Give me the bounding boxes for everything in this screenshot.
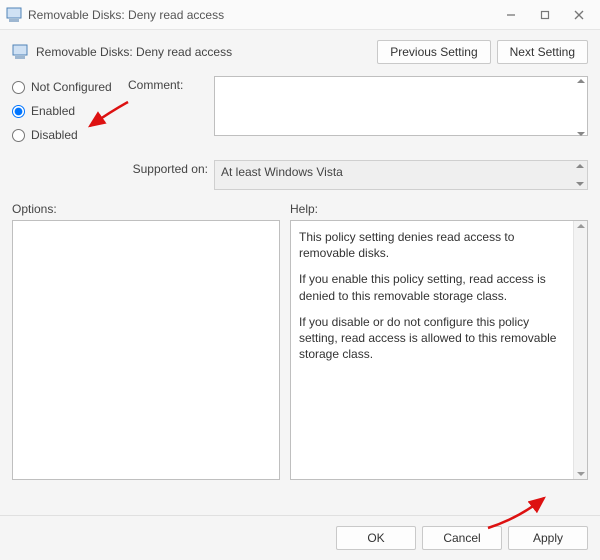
panels: This policy setting denies read access t…: [0, 220, 600, 480]
help-paragraph: If you enable this policy setting, read …: [299, 271, 569, 303]
supported-on-value-box: At least Windows Vista: [214, 160, 588, 190]
nav-buttons: Previous Setting Next Setting: [377, 40, 588, 64]
ok-button[interactable]: OK: [336, 526, 416, 550]
radio-disabled-label: Disabled: [31, 128, 78, 142]
radio-enabled-input[interactable]: [12, 105, 25, 118]
scroll-down-icon[interactable]: [576, 182, 584, 186]
comment-input[interactable]: [214, 76, 588, 136]
state-radios: Not Configured Enabled Disabled: [12, 76, 122, 152]
scroll-up-icon[interactable]: [577, 79, 585, 83]
help-scrollbar[interactable]: [573, 221, 587, 479]
minimize-icon[interactable]: [504, 8, 518, 22]
options-label: Options:: [12, 202, 280, 216]
maximize-icon[interactable]: [538, 8, 552, 22]
radio-disabled[interactable]: Disabled: [12, 128, 122, 142]
config-row: Not Configured Enabled Disabled Comment:: [0, 76, 600, 156]
header: Removable Disks: Deny read access Previo…: [0, 30, 600, 70]
policy-icon: [12, 44, 28, 60]
radio-enabled-label: Enabled: [31, 104, 75, 118]
footer: OK Cancel Apply: [0, 515, 600, 560]
title-bar: Removable Disks: Deny read access: [0, 0, 600, 30]
help-label: Help:: [290, 202, 588, 216]
help-paragraph: If you disable or do not configure this …: [299, 314, 569, 363]
window-controls: [504, 8, 594, 22]
options-panel: [12, 220, 280, 480]
next-setting-button[interactable]: Next Setting: [497, 40, 588, 64]
policy-title: Removable Disks: Deny read access: [36, 45, 369, 59]
radio-not-configured-label: Not Configured: [31, 80, 112, 94]
radio-not-configured-input[interactable]: [12, 81, 25, 94]
comment-label: Comment:: [128, 76, 208, 92]
window-title: Removable Disks: Deny read access: [28, 8, 504, 22]
cancel-button[interactable]: Cancel: [422, 526, 502, 550]
radio-not-configured[interactable]: Not Configured: [12, 80, 122, 94]
help-paragraph: This policy setting denies read access t…: [299, 229, 569, 261]
supported-on-row: Supported on: At least Windows Vista: [0, 156, 600, 198]
close-icon[interactable]: [572, 8, 586, 22]
policy-app-icon: [6, 7, 22, 23]
help-panel: This policy setting denies read access t…: [290, 220, 588, 480]
apply-button[interactable]: Apply: [508, 526, 588, 550]
previous-setting-button[interactable]: Previous Setting: [377, 40, 490, 64]
scroll-up-icon[interactable]: [576, 164, 584, 168]
supported-on-label: Supported on:: [128, 160, 208, 176]
radio-disabled-input[interactable]: [12, 129, 25, 142]
supported-on-value: At least Windows Vista: [221, 165, 343, 179]
panel-labels: Options: Help:: [0, 198, 600, 220]
radio-enabled[interactable]: Enabled: [12, 104, 122, 118]
scroll-down-icon[interactable]: [577, 132, 585, 136]
